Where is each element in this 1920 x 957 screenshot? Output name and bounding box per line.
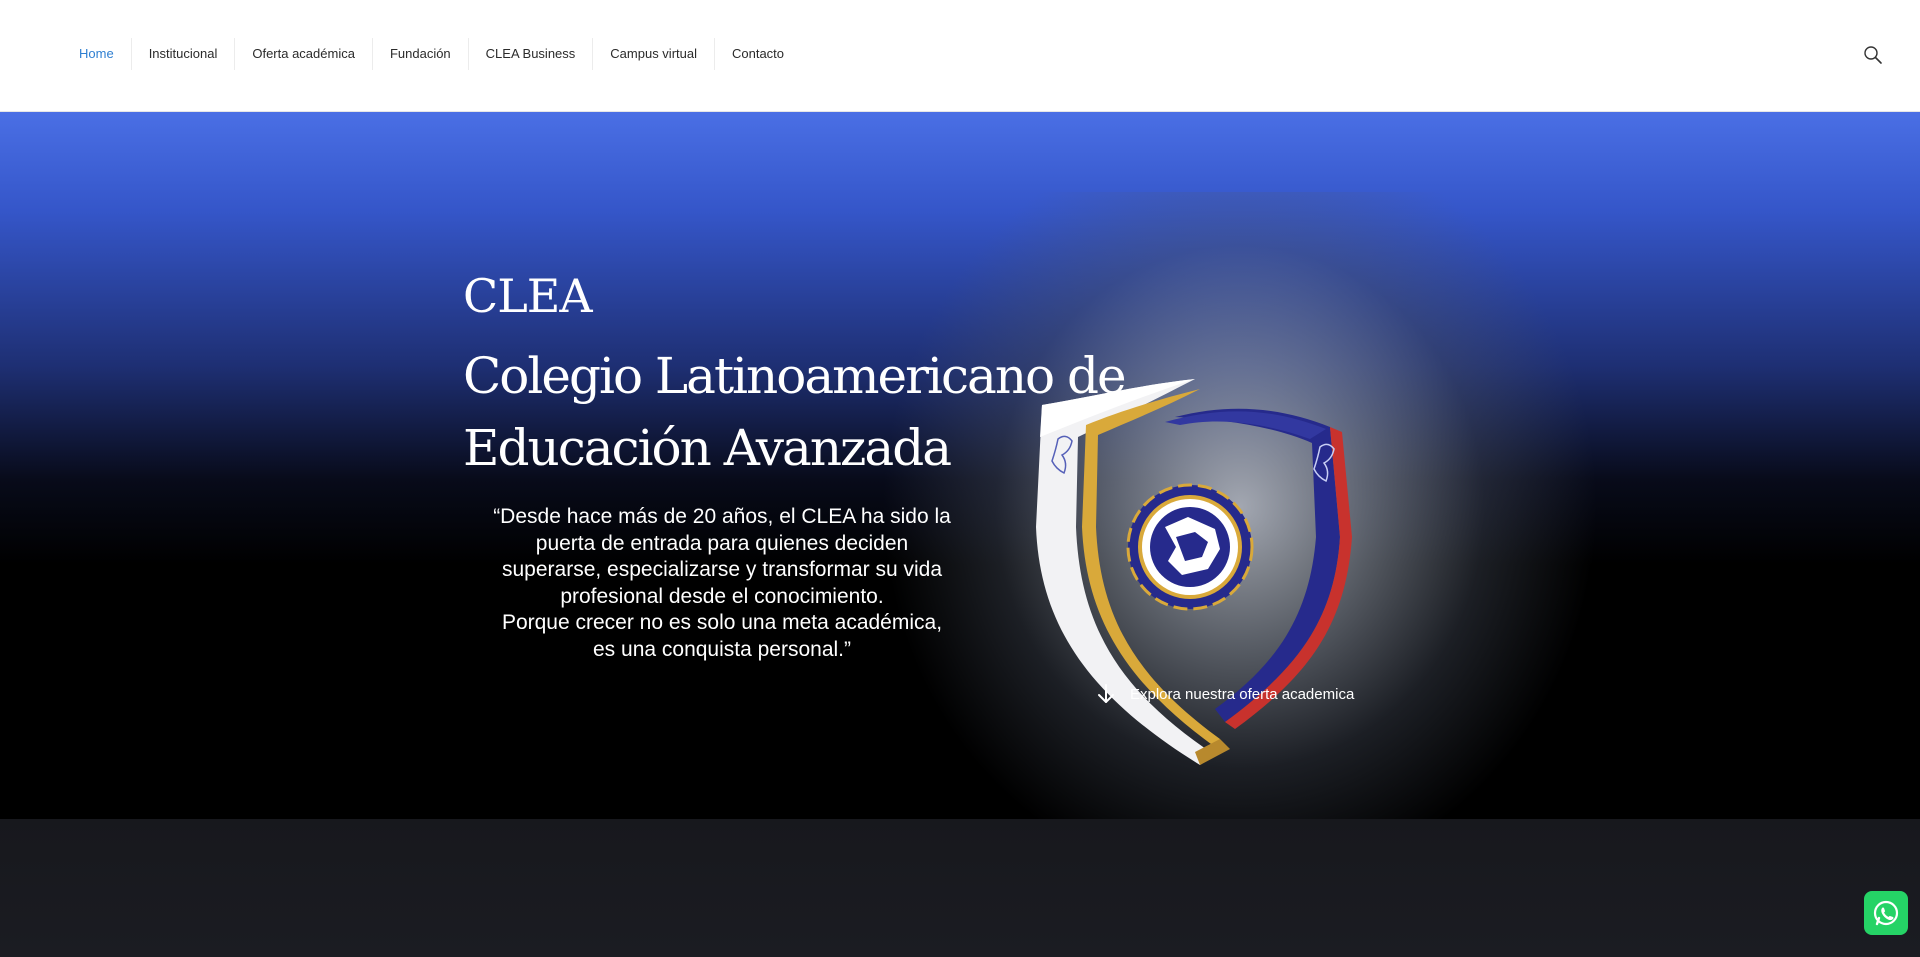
brand-name: CLEA	[463, 269, 593, 323]
nav-contacto[interactable]: Contacto	[715, 38, 801, 70]
nav-campus-virtual[interactable]: Campus virtual	[593, 38, 715, 70]
explore-offer-link[interactable]: Explora nuestra oferta academica	[1094, 682, 1354, 706]
explore-offer-label: Explora nuestra oferta academica	[1130, 685, 1355, 703]
quote-line: Porque crecer no es solo una meta académ…	[501, 611, 943, 634]
hero-quote: “Desde hace más de 20 años, el CLEA ha s…	[462, 504, 982, 663]
quote-line: superarse, especializarse y transformar …	[501, 558, 942, 581]
quote-line: profesional desde el conocimiento.	[560, 584, 884, 608]
lower-section	[0, 819, 1920, 957]
nav-clea-business[interactable]: CLEA Business	[469, 38, 594, 70]
nav-oferta-academica[interactable]: Oferta académica	[235, 38, 373, 70]
hero-section: CLEA Colegio Latinoamericano de Educació…	[0, 112, 1920, 819]
whatsapp-button[interactable]	[1864, 891, 1908, 935]
headline-line-2: Educación Avanzada	[463, 419, 952, 477]
search-icon[interactable]	[1862, 44, 1884, 66]
main-nav: Home Institucional Oferta académica Fund…	[62, 38, 801, 70]
quote-line: “Desde hace más de 20 años, el CLEA ha s…	[493, 505, 951, 528]
quote-line: puerta de entrada para quienes deciden	[535, 531, 909, 555]
nav-home[interactable]: Home	[62, 38, 132, 70]
hero-headline: Colegio Latinoamericano de Educación Ava…	[463, 340, 1127, 484]
arrow-down-icon	[1098, 684, 1114, 703]
quote-line: es una conquista personal.”	[593, 637, 851, 661]
nav-institucional[interactable]: Institucional	[132, 38, 236, 70]
headline-line-1: Colegio Latinoamericano de	[463, 347, 1127, 405]
top-navbar: Home Institucional Oferta académica Fund…	[0, 0, 1920, 112]
nav-fundacion[interactable]: Fundación	[373, 38, 469, 70]
whatsapp-icon	[1873, 900, 1899, 926]
shield-logo-icon	[1030, 377, 1360, 777]
